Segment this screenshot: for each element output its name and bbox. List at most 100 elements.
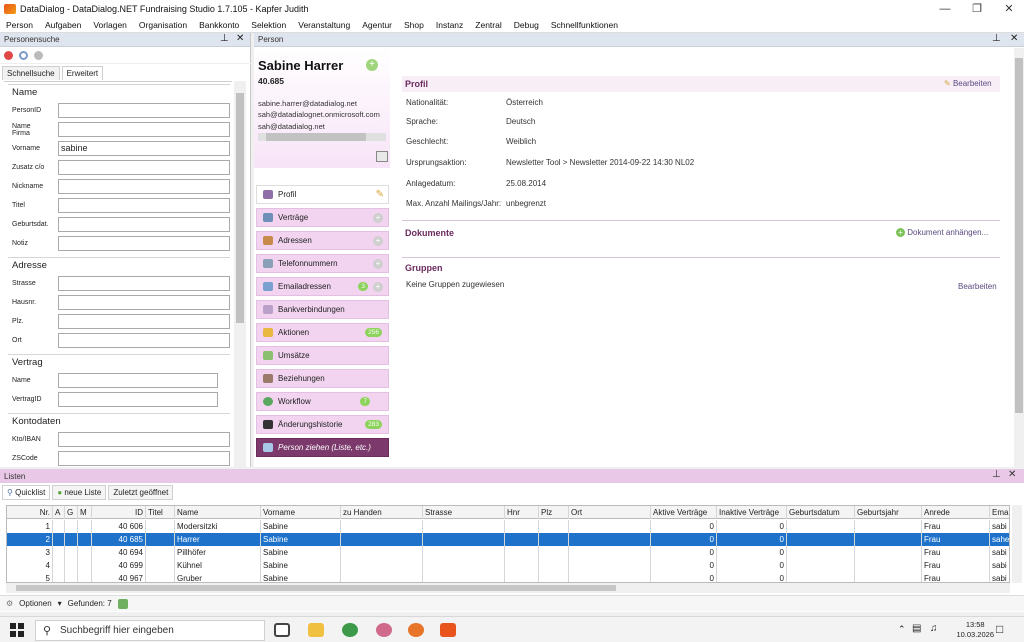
zusatz-input[interactable] — [58, 160, 230, 175]
menu-zentral[interactable]: Zentral — [469, 20, 507, 30]
volume-icon[interactable]: ♫ — [930, 623, 938, 634]
col-vorname[interactable]: Vorname — [261, 506, 341, 519]
add-icon[interactable]: + — [373, 236, 383, 246]
col-name[interactable]: Name — [175, 506, 261, 519]
kto-input[interactable] — [58, 432, 230, 447]
scroll-thumb[interactable] — [1015, 58, 1023, 413]
col-ort[interactable]: Ort — [569, 506, 651, 519]
tray-chevron-icon[interactable]: ⌃ — [898, 624, 906, 635]
minimize-button[interactable]: — — [930, 0, 960, 17]
nav-telefon[interactable]: Telefonnummern + — [256, 254, 389, 273]
col-zuhanden[interactable]: zu Handen — [341, 506, 423, 519]
cancel-icon[interactable] — [34, 51, 43, 60]
attach-document-link[interactable]: + Dokument anhängen... — [896, 228, 988, 237]
personid-input[interactable] — [58, 103, 230, 118]
col-g[interactable]: G — [65, 506, 78, 519]
nav-aktionen[interactable]: Aktionen 256 — [256, 323, 389, 342]
pin-icon[interactable]: ⊥ — [992, 33, 1001, 44]
col-anrede[interactable]: Anrede — [922, 506, 990, 519]
notiz-input[interactable] — [58, 236, 230, 251]
menu-instanz[interactable]: Instanz — [430, 20, 469, 30]
datadialog-app-icon[interactable] — [440, 623, 456, 637]
nav-beziehungen[interactable]: Beziehungen — [256, 369, 389, 388]
nav-adressen[interactable]: Adressen + — [256, 231, 389, 250]
close-panel-icon[interactable]: ✕ — [1010, 33, 1018, 44]
menu-person[interactable]: Person — [0, 20, 39, 30]
menu-selektion[interactable]: Selektion — [245, 20, 292, 30]
file-explorer-icon[interactable] — [308, 623, 324, 637]
vcard-icon[interactable] — [376, 151, 388, 162]
titel-input[interactable] — [58, 198, 230, 213]
maximize-button[interactable]: ❐ — [962, 0, 992, 17]
col-id[interactable]: ID — [92, 506, 146, 519]
col-strasse[interactable]: Strasse — [423, 506, 505, 519]
geburtsdat-input[interactable] — [58, 217, 230, 232]
email-scrollbar[interactable] — [258, 133, 386, 141]
search-icon[interactable] — [19, 51, 28, 60]
close-window-button[interactable]: ✕ — [994, 0, 1024, 17]
pencil-icon[interactable]: ✎ — [376, 189, 384, 200]
menu-debug[interactable]: Debug — [508, 20, 545, 30]
email-2[interactable]: sah@datadialognet.onmicrosoft.com — [258, 110, 380, 119]
col-gebjahr[interactable]: Geburtsjahr — [855, 506, 922, 519]
col-m[interactable]: M — [78, 506, 92, 519]
col-aktiv[interactable]: Aktive Verträge — [651, 506, 717, 519]
col-a[interactable]: A — [53, 506, 65, 519]
col-gebdat[interactable]: Geburtsdatum — [787, 506, 855, 519]
nickname-input[interactable] — [58, 179, 230, 194]
menu-organisation[interactable]: Organisation — [133, 20, 193, 30]
search-scrollbar[interactable] — [234, 81, 246, 498]
col-hnr[interactable]: Hnr — [505, 506, 539, 519]
nav-bank[interactable]: Bankverbindungen — [256, 300, 389, 319]
tab-quicklist[interactable]: ⚲ Quicklist — [2, 485, 51, 500]
table-row[interactable]: 3 40 694 Pillhöfer Sabine 0 0 Frau sabi — [7, 546, 1009, 559]
menu-veranstaltung[interactable]: Veranstaltung — [292, 20, 356, 30]
row-value[interactable]: Newsletter Tool > Newsletter 2014-09-22 … — [506, 158, 694, 167]
ort-input[interactable] — [58, 333, 230, 348]
grid-vertical-scrollbar[interactable] — [1012, 505, 1022, 583]
pin-icon[interactable]: ⊥ — [992, 469, 1001, 480]
scroll-thumb[interactable] — [236, 93, 244, 323]
menu-agentur[interactable]: Agentur — [356, 20, 398, 30]
nav-historie[interactable]: Änderungshistorie 283 — [256, 415, 389, 434]
add-icon[interactable]: + — [373, 282, 383, 292]
vertragid-input[interactable] — [58, 392, 218, 407]
zscode-input[interactable] — [58, 451, 230, 466]
email-3[interactable]: sah@datadialog.net — [258, 122, 325, 131]
task-view-icon[interactable] — [274, 623, 290, 637]
grid-horizontal-scrollbar[interactable] — [6, 583, 1010, 593]
chrome-icon[interactable] — [342, 623, 358, 637]
plz-input[interactable] — [58, 314, 230, 329]
table-row[interactable]: 1 40 606 Modersitzki Sabine 0 0 Frau sab… — [7, 520, 1009, 533]
add-icon[interactable]: + — [373, 213, 383, 223]
close-panel-icon[interactable]: ✕ — [1008, 469, 1016, 480]
export-icon[interactable] — [117, 598, 128, 609]
network-icon[interactable]: ▤ — [912, 623, 921, 634]
tab-neue-liste[interactable]: ● neue Liste — [52, 485, 107, 500]
gruppen-edit-link[interactable]: Bearbeiten — [958, 282, 997, 291]
close-panel-icon[interactable]: ✕ — [236, 33, 244, 44]
add-icon[interactable]: + — [366, 59, 378, 71]
menu-aufgaben[interactable]: Aufgaben — [39, 20, 87, 30]
nav-workflow[interactable]: Workflow 7 — [256, 392, 389, 411]
nav-person-ziehen[interactable]: Person ziehen (Liste, etc.) — [256, 438, 389, 457]
vorname-input[interactable]: sabine — [58, 141, 230, 156]
nav-email[interactable]: Emailadressen 3 + — [256, 277, 389, 296]
table-row[interactable]: 5 40 967 Gruber Sabine 0 0 Frau sabi — [7, 572, 1009, 582]
nav-profil[interactable]: Profil ✎ — [256, 185, 389, 204]
tab-erweitert[interactable]: Erweitert — [61, 66, 104, 80]
nav-umsaetze[interactable]: Umsätze — [256, 346, 389, 365]
strasse-input[interactable] — [58, 276, 230, 291]
namefirma-input[interactable] — [58, 122, 230, 137]
add-icon[interactable]: + — [373, 259, 383, 269]
tab-zuletzt-geoeffnet[interactable]: Zuletzt geöffnet — [108, 485, 174, 500]
vertrag-name-input[interactable] — [58, 373, 218, 388]
notification-icon[interactable]: □ — [996, 622, 1003, 636]
menu-shop[interactable]: Shop — [398, 20, 430, 30]
optionen-button[interactable]: Optionen — [19, 599, 51, 608]
tab-schnellsuche[interactable]: Schnellsuche — [2, 66, 60, 80]
hausnr-input[interactable] — [58, 295, 230, 310]
paint-icon[interactable] — [376, 623, 392, 637]
col-plz[interactable]: Plz — [539, 506, 569, 519]
pin-icon[interactable]: ⊥ — [220, 33, 229, 44]
